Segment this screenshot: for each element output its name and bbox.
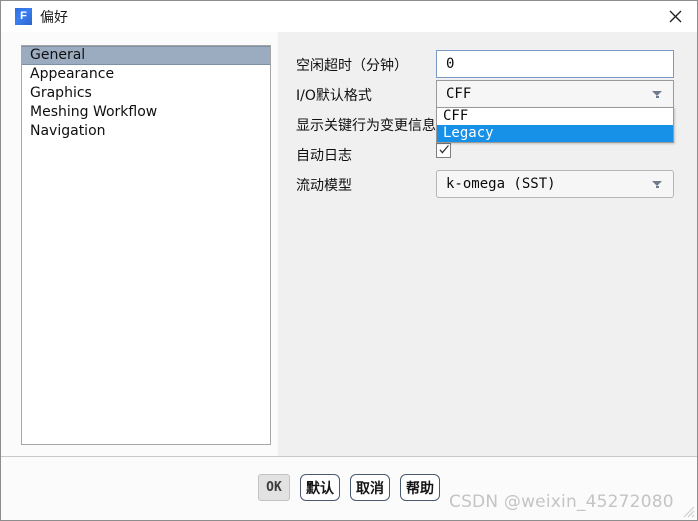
io-format-value: CFF <box>446 86 472 102</box>
sidebar-item-general[interactable]: General <box>22 46 270 65</box>
sidebar-item-navigation[interactable]: Navigation <box>22 122 270 141</box>
app-icon: F <box>15 8 32 25</box>
label-idle-timeout: 空闲超时（分钟） <box>296 58 408 74</box>
io-format-dropdown-list[interactable]: CFF Legacy <box>436 107 674 143</box>
row-flow-model: 流动模型 k-omega (SST) <box>278 170 697 200</box>
title-bar: F 偏好 <box>1 1 697 33</box>
check-icon <box>439 145 449 154</box>
chevron-down-icon <box>652 91 663 99</box>
label-show-behavior-change-messages: 显示关键行为变更信息 <box>296 118 436 134</box>
resize-grip-icon[interactable] <box>682 505 695 518</box>
label-io-default-format: I/O默认格式 <box>296 88 372 104</box>
close-icon <box>669 10 681 22</box>
dropdown-option-legacy[interactable]: Legacy <box>437 125 673 142</box>
help-button[interactable]: 帮助 <box>400 474 440 501</box>
dialog-body: General Appearance Graphics Meshing Work… <box>1 32 697 456</box>
sidebar-item-meshing-workflow[interactable]: Meshing Workflow <box>22 103 270 122</box>
preferences-dialog: F 偏好 General Appearance Graphics Meshing… <box>0 0 698 521</box>
category-list[interactable]: General Appearance Graphics Meshing Work… <box>21 45 271 445</box>
page-title: 偏好 <box>40 10 68 26</box>
flow-model-combobox[interactable]: k-omega (SST) <box>436 170 674 198</box>
ok-button[interactable]: OK <box>258 474 290 501</box>
io-format-combobox[interactable]: CFF <box>436 80 674 108</box>
flow-model-value: k-omega (SST) <box>446 176 556 192</box>
label-flow-model: 流动模型 <box>296 178 352 194</box>
auto-log-checkbox[interactable] <box>436 143 451 158</box>
watermark: CSDN @weixin_45272080 <box>449 492 674 512</box>
cancel-button[interactable]: 取消 <box>350 474 390 501</box>
default-button[interactable]: 默认 <box>300 474 340 501</box>
row-auto-log: 自动日志 <box>278 140 697 170</box>
settings-panel: 空闲超时（分钟） 0 I/O默认格式 CFF CFF Legacy 显示关键行为… <box>278 32 697 456</box>
dropdown-option-cff[interactable]: CFF <box>437 108 673 125</box>
sidebar-item-graphics[interactable]: Graphics <box>22 84 270 103</box>
row-idle-timeout: 空闲超时（分钟） 0 <box>278 50 697 80</box>
idle-timeout-input[interactable]: 0 <box>436 50 674 78</box>
close-button[interactable] <box>653 1 697 31</box>
sidebar-item-appearance[interactable]: Appearance <box>22 65 270 84</box>
label-auto-log: 自动日志 <box>296 148 352 164</box>
row-io-default-format: I/O默认格式 CFF CFF Legacy <box>278 80 697 143</box>
chevron-down-icon <box>652 181 663 189</box>
